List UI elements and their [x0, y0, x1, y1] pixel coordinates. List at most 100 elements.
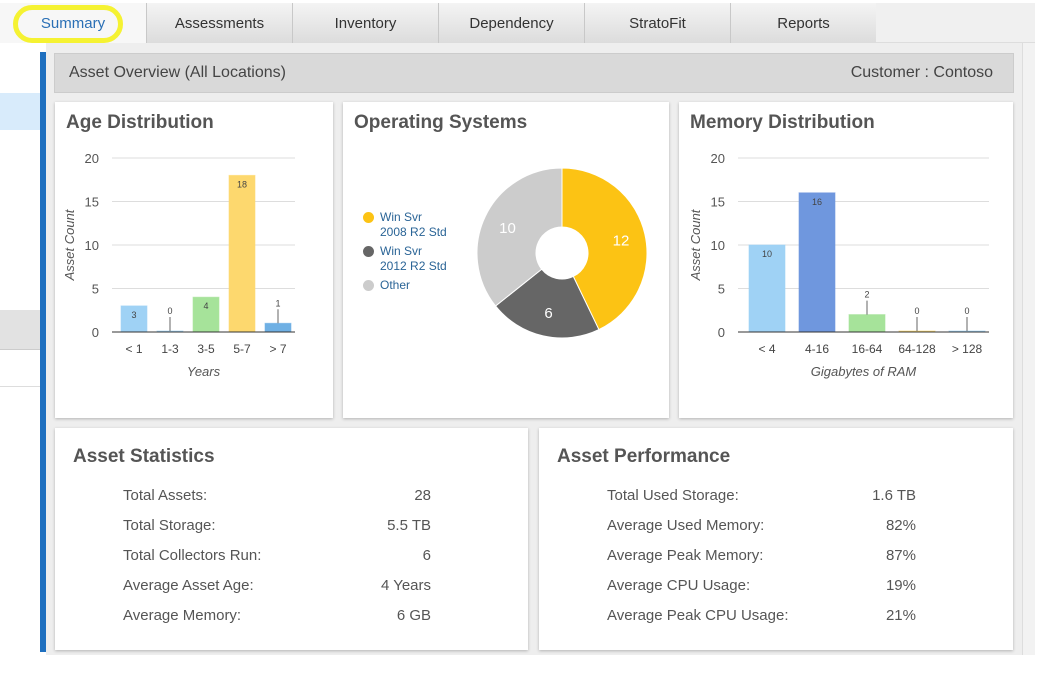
data-label: 18: [237, 179, 247, 189]
stat-row: Average Used Memory: 82%: [607, 510, 916, 540]
data-label: 0: [964, 306, 969, 316]
x-axis-title: Years: [187, 364, 221, 379]
age-distribution-card: Age Distribution 0 5 10 15 20 3 < 1 0 1-3 4 3-5 18 5…: [55, 102, 333, 418]
slice-label: 6: [544, 305, 552, 322]
x-axis-title: Gigabytes of RAM: [811, 364, 917, 379]
stat-row: Total Collectors Run: 6: [123, 540, 431, 570]
x-tick-label: > 128: [952, 342, 983, 356]
sidebar: [0, 52, 40, 652]
x-tick-label: 1-3: [161, 342, 179, 356]
y-tick-label: 0: [718, 325, 725, 340]
y-tick-label: 5: [92, 282, 99, 297]
tab-assessments[interactable]: Assessments: [146, 3, 292, 43]
memory-chart: 0 5 10 15 20 10 < 4 16 4-16 2 16-64 0 64-128 0 > 128 Gi…: [688, 151, 989, 379]
card-title: Operating Systems: [354, 112, 528, 133]
performance-list: Total Used Storage: 1.6 TB Average Used Me…: [607, 480, 916, 630]
sidebar-divider: [0, 386, 40, 387]
stat-label: Average Peak Memory:: [607, 546, 764, 564]
tab-stratofit[interactable]: StratoFit: [584, 3, 730, 43]
bar: [848, 314, 886, 333]
y-tick-label: 15: [85, 195, 99, 210]
x-tick-label: 4-16: [805, 342, 829, 356]
y-tick-label: 10: [711, 238, 725, 253]
age-chart: 0 5 10 15 20 3 < 1 0 1-3 4 3-5 18 5-7 1 > 7 Years Asset …: [62, 151, 295, 379]
bar: [228, 174, 256, 333]
stat-value: 19%: [885, 576, 916, 594]
card-title: Asset Performance: [557, 446, 731, 467]
stat-label: Average CPU Usage:: [607, 576, 751, 594]
legend-item[interactable]: Win Svr 2012 R2 Std: [363, 244, 447, 274]
scrollbar[interactable]: [1022, 43, 1035, 655]
x-tick-label: 64-128: [898, 342, 936, 356]
legend-item[interactable]: Other: [363, 278, 447, 293]
data-label: 2: [864, 290, 869, 300]
stat-value: 5.5 TB: [387, 516, 431, 534]
pie-legend: Win Svr 2008 R2 Std Win Svr 2012 R2 Std Ot…: [363, 210, 447, 297]
sidebar-item-selected[interactable]: [0, 93, 40, 130]
x-tick-label: < 1: [125, 342, 142, 356]
legend-dot: [363, 246, 374, 257]
data-label: 3: [131, 310, 136, 320]
data-label: 0: [914, 306, 919, 316]
legend-label: 2012 R2 Std: [380, 259, 447, 273]
stat-value: 6: [422, 546, 431, 564]
data-label: 16: [812, 197, 822, 207]
legend-label: 2008 R2 Std: [380, 225, 447, 239]
stat-label: Average Used Memory:: [607, 516, 765, 534]
stat-row: Average Peak CPU Usage: 21%: [607, 600, 916, 630]
tab-dependency[interactable]: Dependency: [438, 3, 584, 43]
page-title: Asset Overview (All Locations): [69, 64, 286, 81]
data-label: 10: [762, 249, 772, 259]
tab-reports[interactable]: Reports: [730, 3, 876, 43]
y-axis-title: Asset Count: [62, 208, 77, 281]
stat-value: 28: [414, 486, 431, 504]
legend-label: Win Svr: [380, 210, 422, 224]
legend-item[interactable]: Win Svr 2008 R2 Std: [363, 210, 447, 240]
legend-label: Other: [380, 278, 411, 292]
stat-label: Total Storage:: [123, 516, 216, 534]
data-label: 0: [167, 306, 172, 316]
stat-label: Total Collectors Run:: [123, 546, 262, 564]
overview-header: Asset Overview (All Locations) Customer …: [54, 53, 1014, 93]
y-tick-label: 10: [85, 238, 99, 253]
stat-label: Average Asset Age:: [123, 576, 254, 594]
bar: [798, 192, 836, 333]
x-tick-label: > 7: [269, 342, 286, 356]
y-axis-title: Asset Count: [688, 208, 703, 281]
x-tick-label: 3-5: [197, 342, 215, 356]
os-card: Operating Systems Win Svr 2008 R2 Std Win…: [343, 102, 669, 418]
customer-label: Customer : Contoso: [850, 64, 993, 81]
y-tick-label: 20: [85, 151, 99, 166]
card-title: Age Distribution: [66, 112, 214, 133]
tab-bar: Summary Assessments Inventory Dependency…: [0, 3, 1035, 43]
stat-value: 6 GB: [396, 606, 431, 624]
sidebar-section[interactable]: [0, 310, 40, 350]
stat-label: Total Assets:: [123, 486, 208, 504]
x-tick-label: 5-7: [233, 342, 251, 356]
stat-label: Total Used Storage:: [607, 486, 739, 504]
bar: [264, 322, 292, 333]
stat-row: Average CPU Usage: 19%: [607, 570, 916, 600]
asset-statistics-card: Asset Statistics Total Assets: 28 Total St…: [55, 428, 528, 650]
tab-inventory[interactable]: Inventory: [292, 3, 438, 43]
y-tick-label: 20: [711, 151, 725, 166]
stat-row: Average Peak Memory: 87%: [607, 540, 916, 570]
stat-label: Average Memory:: [123, 606, 242, 624]
stat-value: 87%: [885, 546, 916, 564]
stat-row: Average Asset Age: 4 Years: [123, 570, 431, 600]
card-title: Asset Statistics: [73, 446, 215, 467]
stat-value: 82%: [885, 516, 916, 534]
stat-row: Total Used Storage: 1.6 TB: [607, 480, 916, 510]
y-tick-label: 0: [92, 325, 99, 340]
slice-label: 12: [613, 233, 630, 250]
stat-row: Total Assets: 28: [123, 480, 431, 510]
memory-distribution-card: Memory Distribution 0 5 10 15 20 10 < 4 16 4-16 2…: [679, 102, 1013, 418]
stat-value: 4 Years: [380, 576, 431, 594]
slice-label: 10: [499, 220, 516, 237]
stats-list: Total Assets: 28 Total Storage: 5.5 TB Total…: [123, 480, 431, 630]
x-tick-label: < 4: [758, 342, 775, 356]
asset-performance-card: Asset Performance Total Used Storage: 1.6…: [539, 428, 1013, 650]
x-tick-label: 16-64: [852, 342, 883, 356]
legend-dot: [363, 280, 374, 291]
highlight-annotation: [13, 5, 123, 43]
